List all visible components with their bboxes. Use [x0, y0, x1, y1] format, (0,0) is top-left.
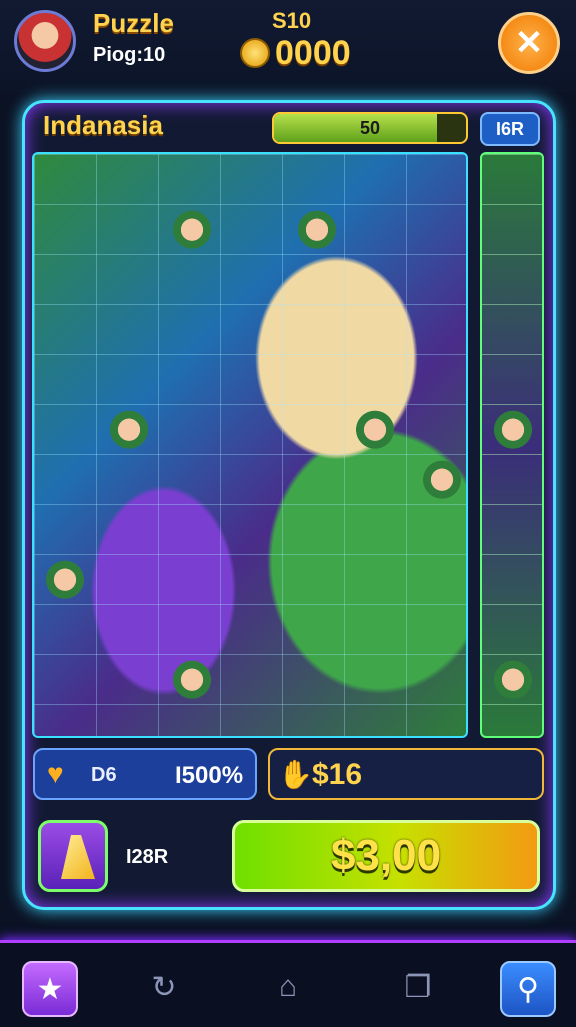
game-title: Puzzle — [93, 8, 174, 38]
character-piece[interactable] — [294, 209, 340, 255]
level-indicator: Piog:10 — [93, 44, 166, 66]
home-icon[interactable]: ⌂ — [262, 961, 314, 1013]
coin-icon — [240, 38, 270, 68]
buy-label: $3,00 — [330, 831, 442, 880]
tray-piece[interactable] — [490, 659, 536, 705]
powerup-label: I28R — [126, 846, 169, 868]
region-name: Indanasia — [43, 110, 163, 140]
heart-icon: ♥ — [47, 758, 64, 789]
lives-label: D6 — [91, 764, 117, 786]
lives-value: I500% — [175, 762, 244, 789]
character-piece[interactable] — [169, 659, 215, 705]
top-bar: Puzzle Piog:10 S10 0000 ✕ — [0, 0, 576, 92]
character-piece[interactable] — [106, 409, 152, 455]
layers-icon[interactable]: ❐ — [392, 961, 444, 1013]
board-tag-button[interactable]: I6R — [480, 112, 540, 146]
player-avatar[interactable] — [14, 10, 76, 72]
character-piece[interactable] — [42, 559, 88, 605]
search-icon[interactable]: ⚲ — [500, 961, 556, 1017]
puzzle-grid — [34, 154, 466, 736]
hint-panel[interactable]: ✋ $16 — [268, 748, 544, 800]
lives-panel: ♥ D6 I500% — [33, 748, 257, 800]
hint-value: $16 — [312, 758, 363, 791]
character-piece[interactable] — [352, 409, 398, 455]
hand-icon: ✋ — [278, 759, 313, 790]
puzzle-board[interactable] — [32, 152, 468, 738]
close-button[interactable]: ✕ — [498, 12, 560, 74]
progress-text: 50 — [359, 118, 381, 138]
powerup-button[interactable] — [38, 820, 108, 892]
tray-piece[interactable] — [490, 409, 536, 455]
star-icon[interactable]: ★ — [22, 961, 78, 1017]
bell-icon — [61, 835, 95, 879]
coin-count: 0000 — [275, 34, 351, 72]
refresh-icon[interactable]: ↻ — [138, 961, 190, 1013]
bottom-nav: ★ ↻ ⌂ ❐ ⚲ — [0, 940, 576, 1027]
character-piece[interactable] — [419, 459, 465, 505]
character-piece[interactable] — [169, 209, 215, 255]
coin-label: S10 — [272, 8, 312, 33]
buy-button[interactable]: $3,00 — [232, 820, 540, 892]
puzzle-progress-bar: 50 — [272, 112, 468, 144]
piece-tray[interactable] — [480, 152, 544, 738]
close-icon: ✕ — [514, 24, 544, 62]
